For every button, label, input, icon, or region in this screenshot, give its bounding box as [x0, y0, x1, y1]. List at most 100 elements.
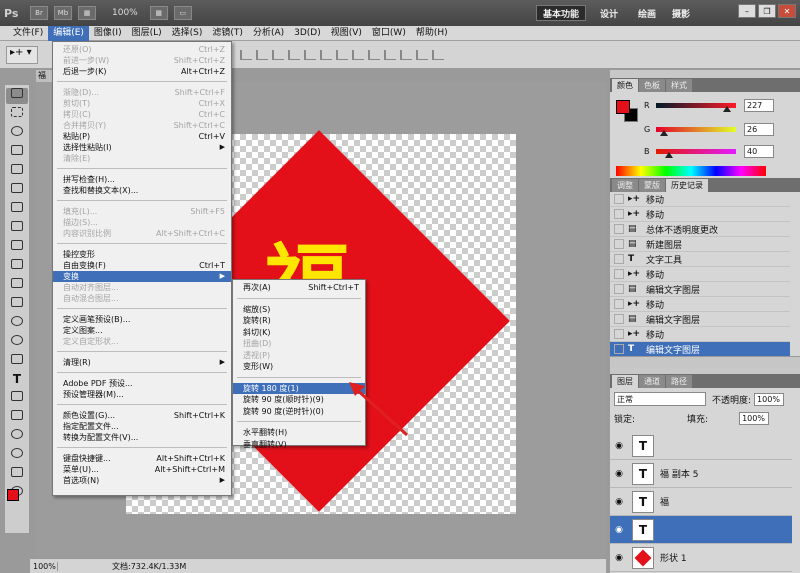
green-slider[interactable] [656, 126, 736, 136]
edit-menu-item[interactable]: 后退一步(K) Alt+Ctrl+Z [53, 66, 231, 77]
transform-menu-item[interactable]: 垂直翻转(V) [233, 439, 365, 450]
history-brush-source-checkbox[interactable] [614, 329, 624, 339]
close-icon[interactable]: ✕ [778, 4, 796, 18]
layer-row[interactable]: ◉ T [610, 432, 792, 460]
fill-input[interactable]: 100% [739, 412, 770, 425]
history-brush-source-checkbox[interactable] [614, 209, 624, 219]
opacity-input[interactable]: 100% [754, 392, 785, 406]
screen-mode-button[interactable]: ▭ [173, 6, 192, 20]
history-item[interactable]: ▸+ 移动 [610, 267, 790, 282]
workspace-photography[interactable]: 摄影 [666, 5, 696, 21]
edit-menu-item[interactable]: 定义画笔预设(B)... [53, 314, 231, 325]
green-slider-knob[interactable] [660, 129, 668, 136]
edit-menu-item[interactable]: 粘贴(P) Ctrl+V [53, 131, 231, 142]
crop-tool-icon[interactable] [6, 164, 28, 180]
visibility-eye-icon[interactable]: ◉ [610, 441, 628, 451]
history-item[interactable]: T 文字工具 [610, 252, 790, 267]
edit-menu-item[interactable]: 变换 ▶ [53, 271, 231, 282]
align-left-icon[interactable] [288, 50, 300, 60]
menu-window[interactable]: 窗口(W) [367, 26, 411, 41]
menu-file[interactable]: 文件(F) [8, 26, 48, 41]
arrange-documents-button[interactable]: ▦ [149, 6, 168, 20]
history-item[interactable]: ▸+ 移动 [610, 297, 790, 312]
zoom-level[interactable]: 100% [112, 8, 138, 18]
menu-filter[interactable]: 滤镜(T) [207, 26, 248, 41]
layer-row[interactable]: ◉ T 福 [610, 488, 792, 516]
history-item[interactable]: ▸+ 移动 [610, 207, 790, 222]
tab-layers[interactable]: 图层 [612, 375, 638, 388]
eraser-tool-icon[interactable] [6, 278, 28, 294]
tab-channels[interactable]: 通道 [639, 375, 665, 388]
visibility-eye-icon[interactable]: ◉ [610, 469, 628, 479]
transform-menu-item[interactable]: 再次(A) Shift+Ctrl+T [233, 282, 365, 293]
distribute-icon[interactable] [336, 50, 348, 60]
path-selection-tool-icon[interactable] [6, 391, 28, 407]
brush-tool-icon[interactable] [6, 221, 28, 237]
edit-menu-item[interactable]: 操控变形 [53, 249, 231, 260]
history-item[interactable]: ▤ 编辑文字图层 [610, 312, 790, 327]
history-brush-source-checkbox[interactable] [614, 239, 624, 249]
dodge-tool-icon[interactable] [6, 335, 28, 351]
clone-stamp-tool-icon[interactable] [6, 240, 28, 256]
red-slider[interactable] [656, 102, 736, 112]
marquee-tool-icon[interactable] [6, 107, 28, 123]
visibility-eye-icon[interactable]: ◉ [610, 553, 628, 563]
edit-menu-item[interactable]: 拼写检查(H)... [53, 174, 231, 185]
tab-color[interactable]: 颜色 [612, 79, 638, 92]
tab-swatches[interactable]: 色板 [639, 79, 665, 92]
blue-value[interactable]: 40 [744, 144, 774, 158]
tab-history[interactable]: 历史记录 [666, 179, 708, 192]
color-spectrum-bar[interactable] [616, 166, 766, 176]
align-right-icon[interactable] [320, 50, 332, 60]
3d-rotate-tool-icon[interactable] [6, 429, 28, 445]
edit-menu-item[interactable]: Adobe PDF 预设... [53, 378, 231, 389]
edit-menu-item[interactable]: 首选项(N) ▶ [53, 475, 231, 486]
mini-bridge-button[interactable]: Mb [54, 6, 72, 20]
history-brush-source-checkbox[interactable] [614, 194, 624, 204]
eyedropper-tool-icon[interactable] [6, 183, 28, 199]
edit-menu-item[interactable]: 预设管理器(M)... [53, 389, 231, 400]
transform-menu-item[interactable]: 斜切(K) [233, 327, 365, 338]
edit-menu-item[interactable]: 选择性粘贴(I) ▶ [53, 142, 231, 153]
foreground-color-swatch[interactable] [7, 489, 19, 501]
layer-row[interactable]: ◉ 形状 1 [610, 544, 792, 572]
transform-menu-item[interactable]: 变形(W) [233, 361, 365, 372]
workspace-design[interactable]: 设计 [594, 5, 624, 21]
layer-name[interactable]: 福 副本 5 [660, 467, 698, 480]
pen-tool-icon[interactable] [6, 354, 28, 370]
edit-menu-item[interactable]: 查找和替换文本(X)... [53, 185, 231, 196]
lasso-tool-icon[interactable] [6, 126, 28, 142]
minimize-icon[interactable]: – [738, 4, 756, 18]
blur-tool-icon[interactable] [6, 316, 28, 332]
layer-row[interactable]: ◉ T 福 副本 5 [610, 460, 792, 488]
gradient-tool-icon[interactable] [6, 297, 28, 313]
transform-menu-item[interactable]: 缩放(S) [233, 304, 365, 315]
distribute-icon[interactable] [352, 50, 364, 60]
history-item[interactable]: T 编辑文字图层 [610, 342, 790, 357]
layer-name[interactable]: 福 [660, 495, 669, 508]
bridge-button[interactable]: Br [30, 6, 48, 20]
history-brush-source-checkbox[interactable] [614, 269, 624, 279]
edit-menu-item[interactable]: 清理(R) ▶ [53, 357, 231, 368]
visibility-eye-icon[interactable]: ◉ [610, 497, 628, 507]
move-tool-icon[interactable] [6, 88, 28, 104]
blue-slider[interactable] [656, 148, 736, 158]
menu-analysis[interactable]: 分析(A) [248, 26, 289, 41]
tab-styles[interactable]: 样式 [666, 79, 692, 92]
history-brush-source-checkbox[interactable] [614, 314, 624, 324]
hand-tool-icon[interactable] [6, 467, 28, 483]
history-brush-source-checkbox[interactable] [614, 254, 624, 264]
healing-brush-tool-icon[interactable] [6, 202, 28, 218]
red-value[interactable]: 227 [744, 98, 774, 112]
align-center-icon[interactable] [304, 50, 316, 60]
panel-foreground-swatch[interactable] [616, 100, 630, 114]
tab-adjustments[interactable]: 调整 [612, 179, 638, 192]
auto-align-icon[interactable] [432, 50, 444, 60]
distribute-icon[interactable] [416, 50, 428, 60]
history-brush-source-checkbox[interactable] [614, 299, 624, 309]
tool-preset-picker[interactable]: ▸+ ▾ [6, 46, 38, 64]
menu-select[interactable]: 选择(S) [167, 26, 208, 41]
layer-name[interactable]: 形状 1 [660, 551, 687, 564]
blue-slider-knob[interactable] [664, 151, 673, 158]
transform-menu-item[interactable]: 旋转(R) [233, 315, 365, 326]
